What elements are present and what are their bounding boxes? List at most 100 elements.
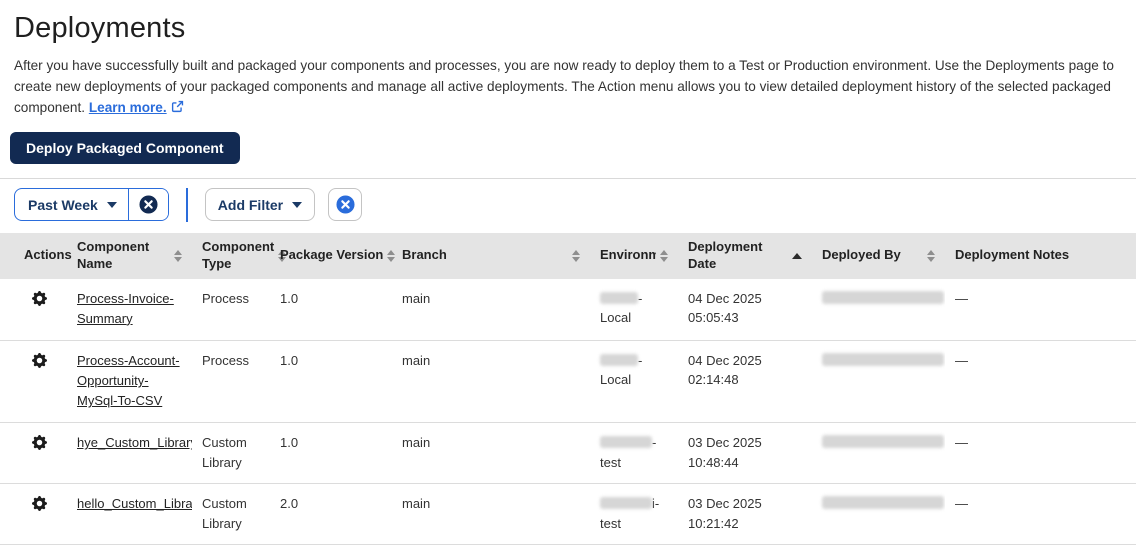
column-label: Deployment Date [688, 239, 763, 271]
column-label: Component Name [77, 239, 150, 271]
add-filter-label: Add Filter [217, 196, 284, 213]
column-header-component-name[interactable]: Component Name [67, 232, 192, 279]
branch-cell: main [392, 422, 590, 485]
gear-icon [32, 352, 47, 368]
branch-cell: main [392, 278, 590, 341]
table-row: Process-Invoice-Summary Process 1.0 main… [0, 278, 1136, 341]
column-header-environment[interactable]: Environment [590, 232, 678, 279]
table-row: Process-Account-Opportunity-MySql-To-CSV… [0, 340, 1136, 424]
gear-icon [32, 435, 47, 451]
redacted-environment-name [600, 436, 652, 449]
column-label: Environment [600, 247, 656, 263]
deployed-by-cell [812, 278, 945, 341]
learn-more-link[interactable]: Learn more. [89, 100, 167, 115]
deployed-by-cell [812, 422, 945, 485]
component-name-link[interactable]: Process-Invoice-Summary [77, 289, 182, 329]
sort-icon[interactable] [174, 249, 182, 262]
actions-gear-button[interactable] [32, 435, 47, 451]
sort-ascending-icon[interactable] [792, 252, 802, 259]
environment-suffix: i- [652, 496, 660, 512]
sort-icon[interactable] [660, 249, 668, 262]
environment-line2: test [600, 454, 621, 470]
circle-x-icon [336, 195, 355, 214]
date-filter-dropdown[interactable]: Past Week [15, 189, 128, 220]
clear-date-filter-button[interactable] [127, 189, 168, 221]
clear-all-filters-button[interactable] [328, 188, 363, 222]
chevron-down-icon [292, 201, 303, 208]
column-label: Actions [24, 247, 72, 263]
circle-x-icon [139, 195, 158, 214]
filter-bar: Past Week Add Filter [0, 179, 1136, 232]
component-name-link[interactable]: hello_Custom_Library [77, 494, 192, 514]
redacted-deployed-by [822, 435, 944, 449]
deployment-date-cell: 03 Dec 2025 10:21:42 [678, 483, 812, 546]
deploy-packaged-component-button[interactable]: Deploy Packaged Component [10, 131, 240, 164]
actions-gear-button[interactable] [32, 290, 47, 306]
branch-cell: main [392, 340, 590, 424]
redacted-deployed-by [822, 352, 944, 366]
column-header-branch[interactable]: Branch [392, 232, 590, 279]
page-description: After you have successfully built and pa… [14, 55, 1122, 120]
column-label: Package Version [280, 247, 384, 263]
filter-divider [185, 187, 188, 222]
deployment-date-cell: 03 Dec 2025 10:48:44 [678, 422, 812, 485]
package-version-cell: 1.0 [270, 422, 392, 485]
package-version-cell: 2.0 [270, 483, 392, 546]
deployed-by-cell [812, 483, 945, 546]
actions-gear-button[interactable] [32, 496, 47, 512]
column-header-actions: Actions [0, 232, 72, 279]
add-filter-dropdown[interactable]: Add Filter [204, 188, 316, 222]
branch-cell: main [392, 483, 590, 546]
component-type-cell: Custom Library [192, 483, 270, 546]
environment-suffix: - [652, 435, 657, 451]
package-version-cell: 1.0 [270, 278, 392, 341]
component-type-cell: Process [192, 340, 270, 424]
page-content: Deployments After you have successfully … [0, 0, 1136, 164]
sort-icon[interactable] [927, 249, 935, 262]
sort-icon[interactable] [387, 249, 396, 262]
deployment-date-cell: 04 Dec 2025 05:05:43 [678, 278, 812, 341]
table-header: Actions Component Name Component Type Pa… [0, 232, 1136, 279]
deployment-notes-cell: — [945, 340, 1136, 424]
environment-cell: -Local [590, 340, 678, 424]
redacted-deployed-by [822, 496, 944, 510]
column-header-package-version[interactable]: Package Version [270, 232, 396, 279]
column-label: Component Type [202, 239, 275, 271]
component-type-cell: Process [192, 278, 270, 341]
deployment-notes-cell: — [945, 278, 1136, 341]
column-header-deployment-date[interactable]: Deployment Date [678, 232, 812, 279]
page-title: Deployments [14, 12, 186, 44]
redacted-environment-name [600, 497, 652, 510]
table-row: hye_Custom_Library Custom Library 1.0 ma… [0, 422, 1136, 485]
redacted-environment-name [600, 353, 638, 366]
external-link-icon [171, 98, 184, 119]
column-header-deployment-notes: Deployment Notes [945, 232, 1136, 279]
deployments-table: Actions Component Name Component Type Pa… [0, 232, 1136, 546]
component-name-link[interactable]: Process-Account-Opportunity-MySql-To-CSV [77, 351, 182, 411]
column-header-deployed-by[interactable]: Deployed By [812, 232, 945, 279]
date-filter-label: Past Week [28, 196, 98, 213]
column-label: Branch [402, 247, 447, 263]
environment-cell: -Local [590, 278, 678, 341]
gear-icon [32, 290, 47, 306]
component-name-link[interactable]: hye_Custom_Library [77, 433, 192, 453]
deployed-by-cell [812, 340, 945, 424]
deployment-date-cell: 04 Dec 2025 02:14:48 [678, 340, 812, 424]
sort-icon[interactable] [572, 249, 580, 262]
environment-cell: - test [590, 422, 678, 485]
redacted-environment-name [600, 291, 638, 304]
column-label: Deployment Notes [955, 247, 1070, 263]
date-filter-group: Past Week [14, 188, 169, 222]
column-header-component-type[interactable]: Component Type [192, 232, 287, 279]
table-row: hello_Custom_Library Custom Library 2.0 … [0, 483, 1136, 546]
deployment-notes-cell: — [945, 483, 1136, 546]
chevron-down-icon [106, 201, 117, 208]
environment-cell: i-test [590, 483, 678, 546]
component-type-cell: Custom Library [192, 422, 270, 485]
deployment-notes-cell: — [945, 422, 1136, 485]
environment-line2: test [600, 515, 621, 531]
redacted-deployed-by [822, 290, 944, 304]
gear-icon [32, 496, 47, 512]
package-version-cell: 1.0 [270, 340, 392, 424]
actions-gear-button[interactable] [32, 352, 47, 368]
